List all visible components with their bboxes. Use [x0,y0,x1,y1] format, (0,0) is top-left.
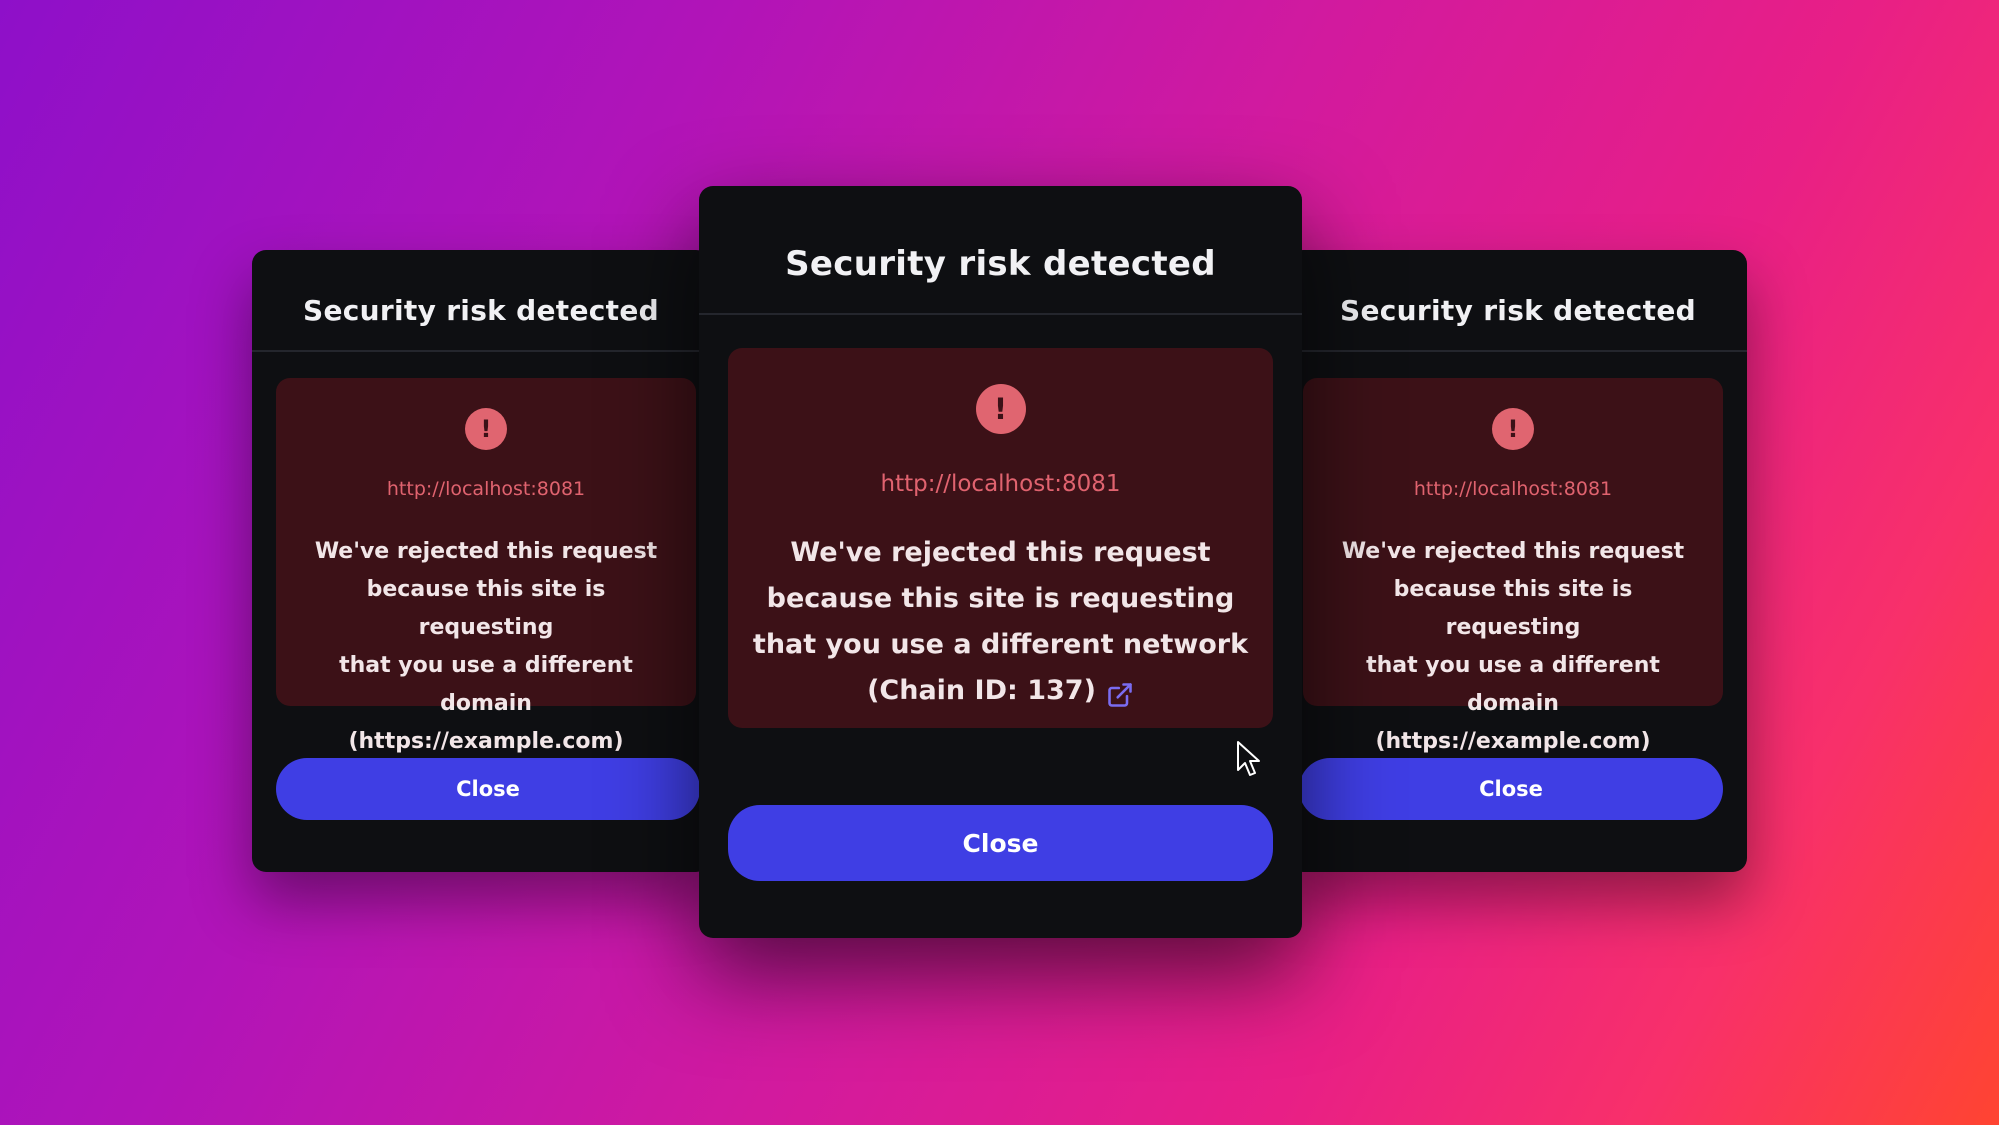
request-origin-url: http://localhost:8081 [1413,478,1613,500]
mouse-pointer-icon [1237,741,1260,776]
close-button[interactable]: Close [728,805,1273,881]
message-line: that you use a different domain [1366,653,1660,716]
title-divider [252,350,710,352]
message-line: because this site is requesting [366,577,606,640]
title-divider [699,313,1302,315]
message-line: because this site is requesting [1393,577,1633,640]
message-line: (https://example.com) [1375,729,1651,754]
external-link-icon[interactable] [1106,678,1134,707]
dialog-title: Security risk detected [785,244,1216,284]
security-dialog-center: Security risk detected ! http://localhos… [699,186,1302,938]
rejection-message: We've rejected this request because this… [748,530,1253,714]
message-line-with-link: (Chain ID: 137) [748,668,1253,714]
request-origin-url: http://localhost:8081 [386,478,586,500]
exclamation-icon: ! [1492,408,1534,450]
rejection-message: We've rejected this request because this… [296,533,676,761]
warning-panel: ! http://localhost:8081 We've rejected t… [728,348,1273,728]
message-line: because this site is requesting [766,583,1235,614]
message-line: We've rejected this request [790,537,1211,568]
title-divider [1289,350,1747,352]
dialog-title: Security risk detected [303,294,659,327]
message-line: We've rejected this request [1341,539,1685,564]
rejection-message: We've rejected this request because this… [1323,533,1703,761]
close-button[interactable]: Close [276,758,700,820]
security-dialog-left: Security risk detected ! http://localhos… [252,250,710,872]
message-line: that you use a different domain [339,653,633,716]
close-button[interactable]: Close [1299,758,1723,820]
dialog-title: Security risk detected [1340,294,1696,327]
security-dialog-right: Security risk detected ! http://localhos… [1289,250,1747,872]
message-line: We've rejected this request [314,539,658,564]
warning-panel: ! http://localhost:8081 We've rejected t… [276,378,696,754]
request-origin-url: http://localhost:8081 [880,471,1121,497]
message-line: (https://example.com) [348,729,624,754]
chain-id-text: (Chain ID: 137) [867,675,1096,706]
exclamation-icon: ! [465,408,507,450]
message-line: that you use a different network [752,629,1249,660]
warning-panel: ! http://localhost:8081 We've rejected t… [1303,378,1723,754]
exclamation-icon: ! [975,384,1026,434]
